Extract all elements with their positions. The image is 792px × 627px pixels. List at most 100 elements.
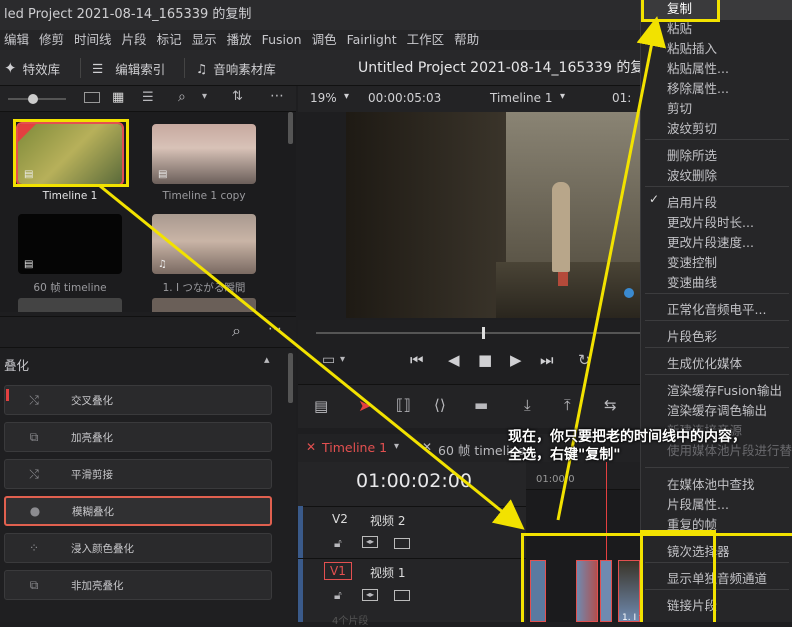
menu-clip[interactable]: 片段 — [118, 30, 153, 50]
annotation-highlight-menu-bottom — [640, 530, 716, 622]
menu-item-clip-attributes[interactable]: 片段属性... — [667, 494, 729, 513]
insert-clip-icon[interactable]: ⤓ — [524, 396, 531, 414]
menu-edit[interactable]: 编辑 — [0, 30, 35, 50]
menu-item-paste-attributes[interactable]: 粘贴属性... — [667, 58, 729, 77]
menu-item-normalize-audio[interactable]: 正常化音频电平... — [667, 299, 766, 318]
chevron-down-icon[interactable]: ▾ — [340, 354, 345, 365]
blur-dissolve-icon: ● — [29, 504, 41, 518]
menu-item-retime-controls[interactable]: 变速控制 — [667, 252, 717, 271]
close-icon[interactable]: ✕ — [422, 440, 432, 454]
sort-icon[interactable]: ⇅ — [232, 89, 243, 104]
go-to-start-icon[interactable]: ⏮ — [410, 351, 424, 369]
menu-item-change-duration[interactable]: 更改片段时长... — [667, 212, 754, 231]
play-reverse-icon[interactable]: ◀ — [448, 351, 460, 369]
tab-timeline-1[interactable]: Timeline 1 — [322, 440, 387, 455]
timeline-viewer[interactable] — [346, 112, 640, 318]
pool-scrollbar[interactable] — [288, 112, 293, 144]
menu-item-paste-insert[interactable]: 粘贴插入 — [667, 38, 717, 57]
effect-label: 加亮叠化 — [71, 431, 113, 444]
clip-label: 1. I つながる瞬間 — [162, 282, 246, 294]
auto-select-icon[interactable]: ◂▸ — [362, 536, 378, 548]
overwrite-clip-icon[interactable]: ⤒ — [564, 396, 571, 414]
track-id[interactable]: V1 — [324, 562, 352, 580]
menu-item-retime-curve[interactable]: 变速曲线 — [667, 272, 717, 291]
menu-item-delete-selected[interactable]: 删除所选 — [667, 145, 717, 164]
effect-item[interactable]: ⤭ 交叉叠化 — [4, 385, 272, 415]
effect-item[interactable]: ● 模糊叠化 — [4, 496, 272, 526]
menu-fairlight[interactable]: Fairlight — [343, 30, 403, 50]
more-options-icon[interactable]: ⋯ — [268, 321, 282, 337]
menu-item-find-in-media-pool[interactable]: 在媒体池中查找 — [667, 474, 755, 493]
effects-scrollbar[interactable] — [288, 353, 293, 403]
menu-playback[interactable]: 播放 — [223, 30, 258, 50]
non-additive-dissolve-icon: ⧉ — [29, 577, 39, 592]
effects-library-button[interactable]: ✦ 特效库 — [4, 50, 60, 86]
dynamic-trim-icon[interactable]: ⟨⟩ — [434, 396, 446, 414]
disable-track-icon[interactable] — [394, 590, 410, 601]
menu-item-render-cache-color[interactable]: 渲染缓存调色输出 — [667, 400, 767, 419]
chevron-down-icon: ▾ — [560, 91, 566, 102]
zoom-select[interactable]: 19% — [310, 91, 337, 105]
menu-timeline[interactable]: 时间线 — [70, 30, 118, 50]
effect-item[interactable]: ⁘ 浸入颜色叠化 — [4, 533, 272, 563]
auto-select-icon[interactable]: ◂▸ — [362, 589, 378, 601]
collapse-icon[interactable]: ▴ — [264, 353, 270, 366]
list-view-icon[interactable]: ☰ — [142, 90, 154, 105]
menu-mark[interactable]: 标记 — [153, 30, 188, 50]
menu-item-change-speed[interactable]: 更改片段速度... — [667, 232, 754, 251]
blade-icon[interactable]: ▬ — [474, 396, 488, 414]
menu-item-clip-color[interactable]: 片段色彩 — [667, 326, 717, 345]
go-to-end-icon[interactable]: ⏭ — [540, 351, 554, 369]
menu-workspace[interactable]: 工作区 — [403, 30, 451, 50]
edit-index-button[interactable]: ☰ 编辑索引 — [92, 50, 165, 86]
disable-track-icon[interactable] — [394, 538, 410, 549]
menu-color[interactable]: 调色 — [308, 30, 343, 50]
lock-icon[interactable]: 🔓︎ — [334, 588, 342, 603]
loop-icon[interactable]: ↻ — [578, 351, 591, 369]
viewer-toolbar: 19% ▾ 00:00:05:03 Timeline 1 ▾ 01: — [298, 86, 640, 112]
replace-clip-icon[interactable]: ⇆ — [604, 396, 617, 414]
menu-item-remove-attributes[interactable]: 移除属性... — [667, 78, 729, 97]
search-icon[interactable]: ⌕ — [178, 89, 186, 105]
scrubber-bar[interactable] — [316, 332, 640, 334]
viewer-size-icon[interactable]: ▭ — [322, 352, 335, 368]
media-pool-clip[interactable]: ♫ 1. I つながる瞬間 — [152, 214, 256, 295]
chevron-down-icon[interactable]: ▾ — [394, 441, 399, 452]
chevron-down-icon: ▾ — [344, 91, 350, 102]
menu-item-ripple-cut[interactable]: 波纹剪切 — [667, 118, 717, 137]
menu-item-cut[interactable]: 剪切 — [667, 98, 692, 117]
selection-pointer-icon[interactable]: ➤ — [358, 396, 371, 415]
menu-fusion[interactable]: Fusion — [258, 30, 308, 50]
sound-library-button[interactable]: ♫ 音响素材库 — [196, 50, 276, 86]
clip-count: 4个片段 — [332, 616, 369, 627]
effect-item[interactable]: ⤭ 平滑剪接 — [4, 459, 272, 489]
menu-item-enable-clip[interactable]: 启用片段 — [667, 192, 717, 211]
search-icon[interactable]: ⌕ — [232, 321, 241, 341]
timeline-options-icon[interactable]: ▤ — [314, 397, 328, 415]
stop-icon[interactable]: ■ — [478, 351, 492, 369]
more-options-icon[interactable]: ⋯ — [270, 88, 284, 104]
track-name[interactable]: 视频 2 — [370, 512, 405, 529]
thumbnail-size-slider[interactable] — [28, 94, 38, 104]
effect-item[interactable]: ⧉ 非加亮叠化 — [4, 570, 272, 600]
menu-view[interactable]: 显示 — [188, 30, 223, 50]
close-icon[interactable]: ✕ — [306, 440, 316, 454]
lock-icon[interactable]: 🔓︎ — [334, 536, 342, 551]
timeline-select[interactable]: Timeline 1 — [490, 91, 552, 105]
chevron-down-icon[interactable]: ▾ — [202, 91, 207, 102]
filmstrip-view-icon[interactable] — [84, 92, 100, 103]
play-icon[interactable]: ▶ — [510, 351, 522, 369]
effect-item[interactable]: ⧉ 加亮叠化 — [4, 422, 272, 452]
menu-item-ripple-delete[interactable]: 波纹删除 — [667, 165, 717, 184]
menu-help[interactable]: 帮助 — [450, 30, 485, 50]
playhead-marker[interactable] — [482, 327, 485, 339]
track-name[interactable]: 视频 1 — [370, 564, 405, 581]
media-pool-clip[interactable]: ▤ 60 帧 timeline — [18, 214, 122, 295]
trim-edit-icon[interactable]: ⟦⟧ — [396, 396, 411, 414]
media-pool-clip[interactable]: ▤ Timeline 1 copy — [152, 124, 256, 202]
grid-view-icon[interactable]: ▦ — [112, 90, 124, 105]
edit-index-label: 编辑索引 — [115, 61, 166, 77]
menu-item-generate-optimized-media[interactable]: 生成优化媒体 — [667, 353, 742, 372]
menu-trim[interactable]: 修剪 — [35, 30, 70, 50]
menu-item-render-cache-fusion[interactable]: 渲染缓存Fusion输出 — [667, 380, 782, 399]
